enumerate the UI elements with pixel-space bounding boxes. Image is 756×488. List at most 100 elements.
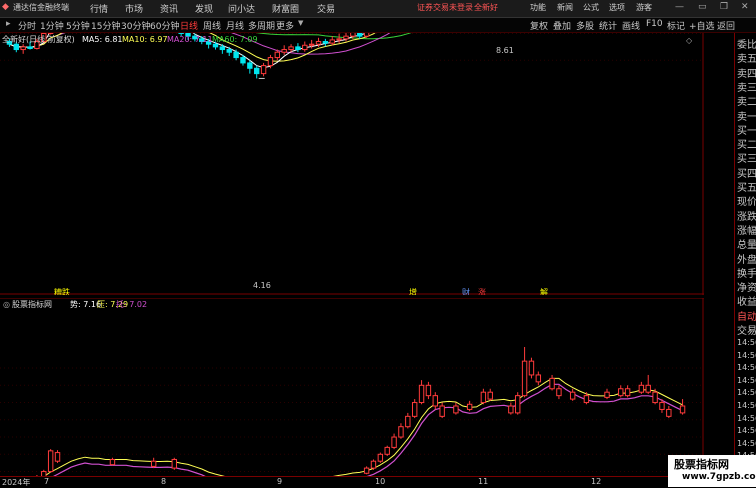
quote-label-13[interactable]: 涨幅	[737, 222, 756, 237]
trade-time: 14:56	[737, 338, 756, 347]
quote-label-4[interactable]: 卖二	[737, 93, 756, 108]
quote-label-6[interactable]: 买一	[737, 122, 756, 137]
period-15min[interactable]: 15分钟	[91, 19, 120, 32]
indicator-bar	[529, 358, 533, 379]
indicator-bar	[385, 446, 389, 456]
low-price-label: 4.16	[253, 281, 271, 290]
quote-label-8[interactable]: 买三	[737, 150, 756, 165]
period-minute[interactable]: 分时	[18, 19, 36, 32]
period-toolbar: ▸ 分时 1分钟 5分钟 15分钟 30分钟 60分钟 日线 周线 月线 多周期…	[0, 18, 756, 33]
minimize-icon[interactable]: —	[675, 2, 684, 12]
tab-overlay[interactable]: 叠加	[553, 19, 571, 32]
tab-stats[interactable]: 统计	[599, 19, 617, 32]
indicator-bar	[371, 459, 375, 469]
quote-label-15[interactable]: 外盘	[737, 251, 756, 266]
quote-side-panel: 委比卖五卖四卖三卖二卖一买一买二买三买四买五现价涨跌涨幅总量外盘换手净资收益自动…	[734, 33, 756, 469]
menu-item-wealth[interactable]: 财富圈	[272, 2, 299, 15]
menu-item-ask[interactable]: 问小达	[228, 2, 255, 15]
indicator-support-legend: 托: 7.02	[116, 299, 147, 309]
indicator-settings-icon[interactable]: ◎	[3, 300, 10, 309]
menu-function[interactable]: 功能	[530, 2, 546, 13]
chart-settings-icon[interactable]: ◇	[686, 36, 693, 45]
menu-item-quotes[interactable]: 行情	[90, 2, 108, 15]
indicator-name: 股票指标网	[12, 299, 52, 309]
maximize-icon[interactable]: ▭	[698, 2, 707, 12]
period-weekly[interactable]: 周线	[203, 19, 221, 32]
menu-formula[interactable]: 公式	[583, 2, 599, 13]
quote-label-2[interactable]: 卖四	[737, 65, 756, 80]
quote-label-7[interactable]: 买二	[737, 136, 756, 151]
indicator-bar	[48, 449, 52, 472]
trade-time: 14:56	[737, 414, 756, 423]
quote-label-11[interactable]: 现价	[737, 193, 756, 208]
period-multi[interactable]: 多周期	[248, 19, 275, 32]
ma60-legend: MA60: 7.09	[212, 35, 258, 44]
high-price-label: 8.61	[496, 46, 514, 55]
period-60min[interactable]: 60分钟	[150, 19, 179, 32]
quote-label-9[interactable]: 买四	[737, 165, 756, 180]
period-daily[interactable]: 日线	[180, 19, 198, 32]
watermark-title: 股票指标网	[674, 456, 729, 472]
tab-mark[interactable]: 标记	[667, 19, 685, 32]
trade-time: 14:56	[737, 376, 756, 385]
quote-label-17[interactable]: 净资	[737, 279, 756, 294]
quote-label-3[interactable]: 卖三	[737, 79, 756, 94]
event-mark-1[interactable]: 糟跌	[54, 287, 70, 295]
menu-item-trade[interactable]: 交易	[317, 2, 335, 15]
menu-item-discover[interactable]: 发现	[195, 2, 213, 15]
menu-options[interactable]: 选项	[609, 2, 625, 13]
watermark-url: www.7gpzb.com	[682, 472, 756, 482]
period-1min[interactable]: 1分钟	[40, 19, 64, 32]
stock-name-tag: 全新好	[474, 2, 498, 13]
chevron-down-icon[interactable]: ▼	[298, 19, 303, 27]
period-more[interactable]: 更多	[276, 19, 294, 32]
main-kline-chart[interactable]: 8.508.007.507.006.506.005.505.004.50 全新好…	[0, 33, 704, 295]
tab-adjust[interactable]: 复权	[530, 19, 548, 32]
quote-label-1[interactable]: 卖五	[737, 50, 756, 65]
quote-label-12[interactable]: 涨跌	[737, 208, 756, 223]
watermark-logo: 股票指标网 www.7gpzb.com	[668, 455, 756, 487]
x-axis: 2024年 7 8 9 10 11 12	[0, 476, 704, 488]
ma10-legend: MA10: 6.97	[122, 35, 168, 44]
login-notice[interactable]: 证券交易未登录	[417, 2, 473, 13]
quote-label-5[interactable]: 卖一	[737, 108, 756, 123]
restore-icon[interactable]: ❐	[720, 2, 728, 12]
period-monthly[interactable]: 月线	[226, 19, 244, 32]
event-mark-2[interactable]: 增	[409, 287, 417, 295]
quote-label-18[interactable]: 收益	[737, 293, 756, 308]
menu-news[interactable]: 新闻	[557, 2, 573, 13]
tab-f10[interactable]: F10	[646, 19, 663, 29]
toolbar-arrow-icon[interactable]: ▸	[6, 19, 11, 29]
period-30min[interactable]: 30分钟	[121, 19, 150, 32]
menu-guest[interactable]: 游客	[636, 2, 652, 13]
x-label-sep: 9	[277, 477, 282, 486]
quote-label-16[interactable]: 换手	[737, 265, 756, 280]
quote-label-0[interactable]: 委比	[737, 36, 756, 51]
trade-time: 14:56	[737, 388, 756, 397]
quote-label-14[interactable]: 总量	[737, 236, 756, 251]
quote-label-20[interactable]: 交易	[737, 322, 756, 337]
menu-item-market[interactable]: 市场	[125, 2, 143, 15]
tab-add-favorite[interactable]: +自选	[689, 19, 715, 32]
menu-item-news[interactable]: 资讯	[160, 2, 178, 15]
ma20-legend: MA20: 7.11	[167, 35, 213, 44]
indicator-bar	[516, 392, 520, 414]
quote-label-10[interactable]: 买五	[737, 179, 756, 194]
top-menu-bar: ◆ 通达信金融终端 行情 市场 资讯 发现 问小达 财富圈 交易 证券交易未登录…	[0, 0, 756, 18]
tab-draw[interactable]: 画线	[622, 19, 640, 32]
period-5min[interactable]: 5分钟	[66, 19, 90, 32]
stock-label: 全新好(日线 前复权)	[2, 34, 75, 44]
x-label-jul: 7	[44, 477, 49, 486]
quote-label-19[interactable]: 自动	[737, 308, 756, 323]
event-mark-3[interactable]: 财	[462, 287, 470, 295]
trade-time: 14:56	[737, 439, 756, 448]
event-mark-5[interactable]: 解	[540, 287, 548, 295]
close-icon[interactable]: ✕	[741, 2, 749, 12]
ma5-legend: MA5: 6.81	[82, 35, 123, 44]
tab-multi-stock[interactable]: 多股	[576, 19, 594, 32]
indicator-chart[interactable]: 8.007.507.006.506.005.505.00 ◎ 股票指标网 势: …	[0, 298, 704, 478]
trade-time: 14:56	[737, 401, 756, 410]
trade-time: 14:56	[737, 351, 756, 360]
event-mark-4[interactable]: 涨	[478, 287, 486, 295]
tab-back[interactable]: 返回	[717, 19, 735, 32]
